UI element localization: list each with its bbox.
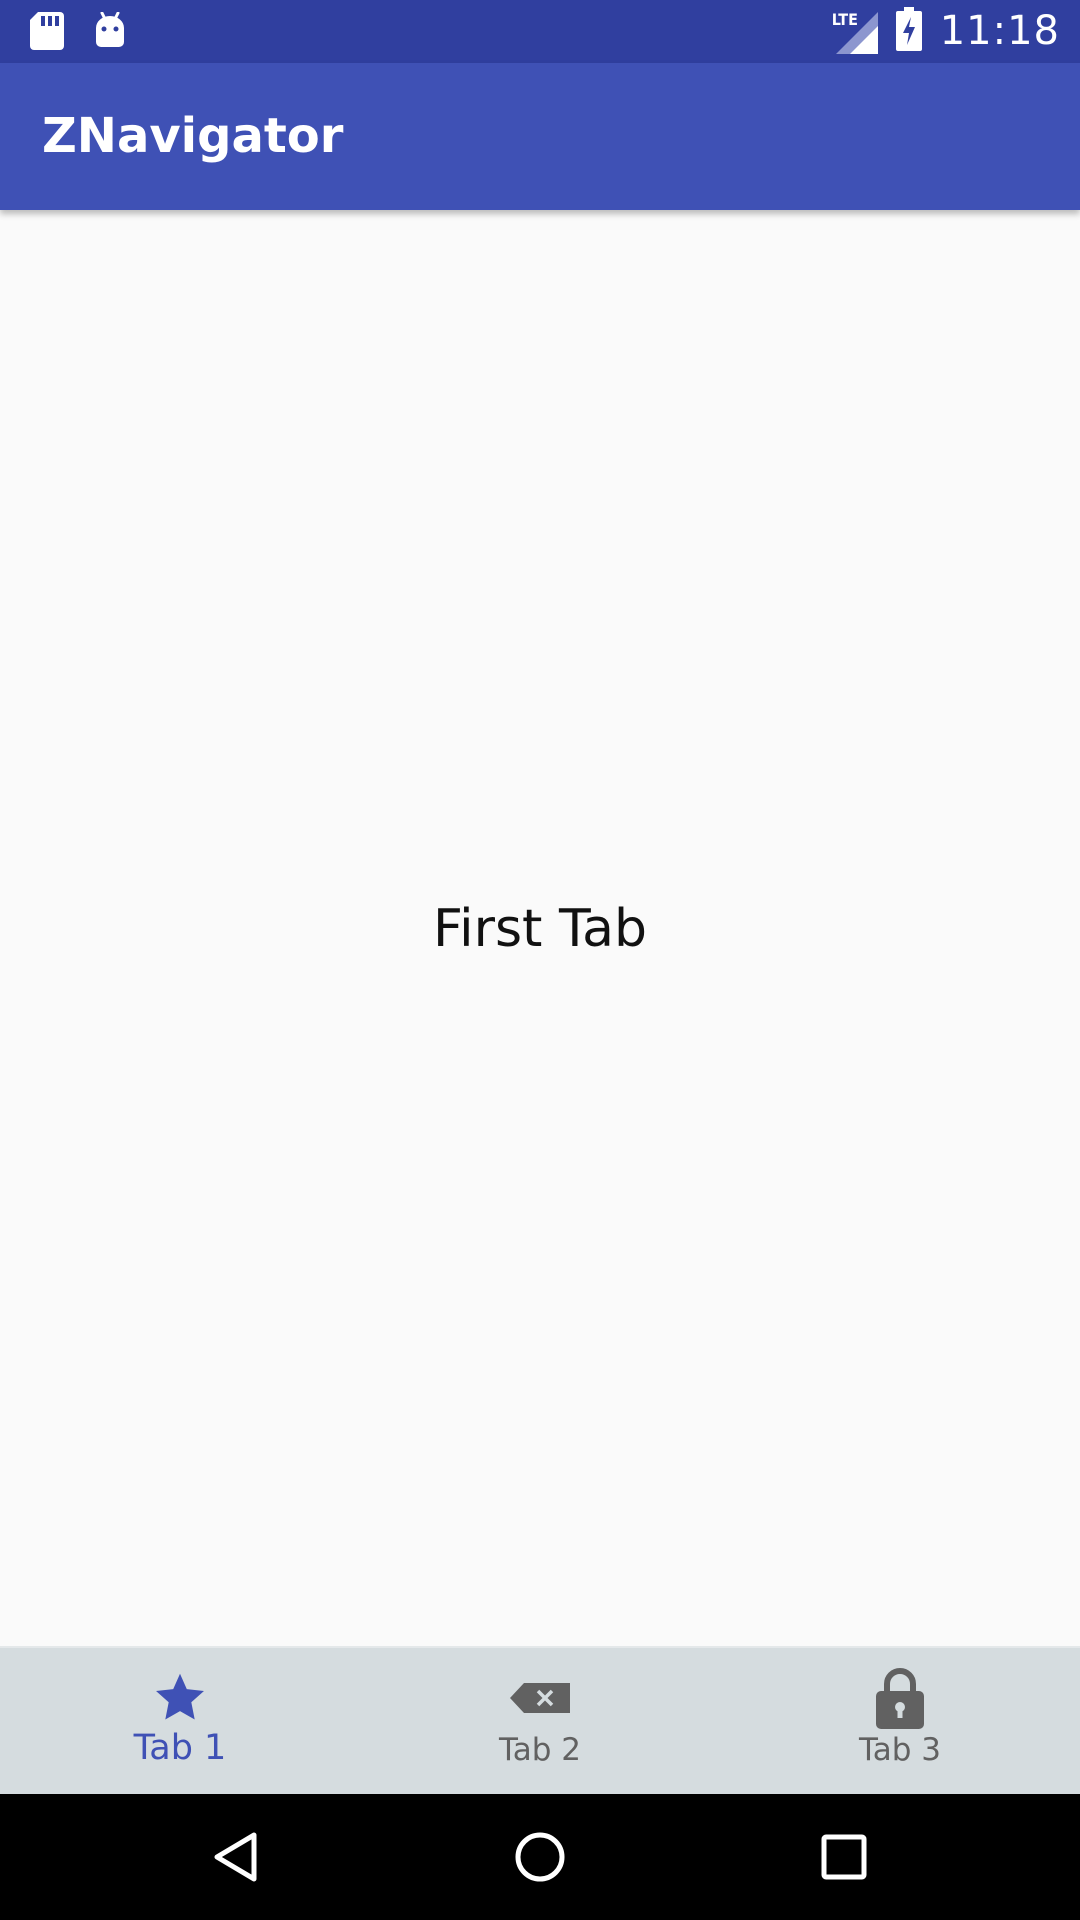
app-bar: ZNavigator [0,63,1080,210]
app-title: ZNavigator [42,108,344,164]
tab-2[interactable]: Tab 2 [360,1648,720,1796]
sd-card-icon [30,12,64,54]
tab-3[interactable]: Tab 3 [720,1648,1080,1796]
back-icon[interactable] [206,1827,266,1887]
screen: LTE 11:18 ZNavigator First Tab Tab 1 Tab… [0,0,1080,1920]
bottom-navigation: Tab 1 Tab 2 Tab 3 [0,1646,1080,1796]
battery-charging-icon [895,7,922,55]
backspace-icon [510,1670,570,1726]
lte-signal-icon: LTE [832,8,878,54]
network-type-label: LTE [831,10,858,29]
recents-icon[interactable] [814,1827,874,1887]
star-icon [152,1670,208,1726]
status-system: LTE 11:18 [832,6,1060,56]
home-icon[interactable] [510,1827,570,1887]
lock-icon [876,1668,924,1729]
tab-3-label: Tab 3 [858,1732,942,1768]
tab-1-label: Tab 1 [133,1728,227,1768]
tab-2-label: Tab 2 [498,1732,582,1768]
system-navigation-bar [0,1794,1080,1920]
status-time: 11:18 [939,8,1060,54]
status-notifications [30,11,126,54]
tab-content: First Tab [0,210,1080,1646]
tab-1[interactable]: Tab 1 [0,1648,360,1796]
android-icon [94,11,126,54]
status-bar: LTE 11:18 [0,0,1080,63]
content-text: First Tab [433,899,647,959]
